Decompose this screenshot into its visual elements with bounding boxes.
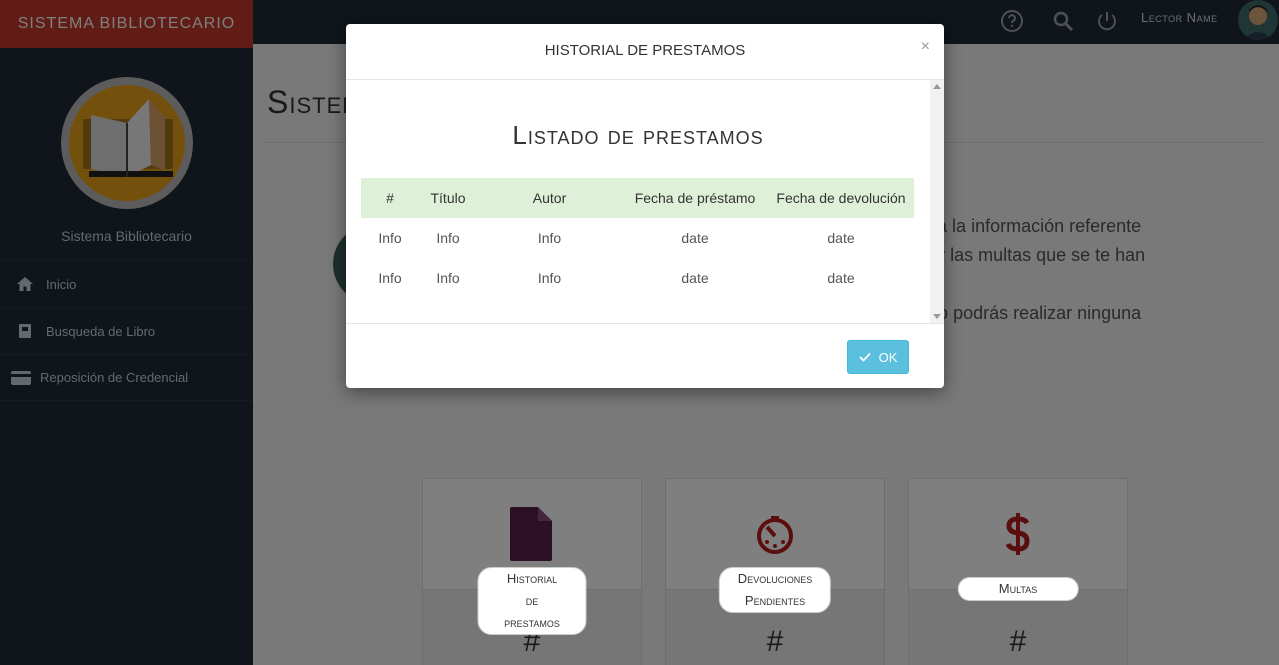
- modal-body: Listado de prestamos # Título Autor Fech…: [346, 80, 944, 323]
- card-label: Multas: [957, 577, 1079, 601]
- column-header: #: [361, 178, 419, 218]
- table-cell: date: [827, 270, 855, 286]
- table-cell: Info: [378, 230, 402, 246]
- table-header-row: # Título Autor Fecha de préstamo Fecha d…: [361, 178, 914, 218]
- table-cell: date: [827, 230, 855, 246]
- table-cell: Info: [436, 230, 460, 246]
- loan-history-modal: HISTORIAL DE PRESTAMOS × Listado de pres…: [346, 24, 944, 388]
- table-cell: date: [681, 230, 709, 246]
- table-cell: Info: [537, 230, 562, 246]
- modal-scrollbar[interactable]: [930, 80, 944, 323]
- check-icon: [858, 352, 871, 362]
- table-cell: date: [681, 270, 709, 286]
- close-icon[interactable]: ×: [921, 38, 930, 56]
- table-cell: Info: [537, 270, 562, 286]
- modal-title: HISTORIAL DE PRESTAMOS: [544, 42, 746, 59]
- card-label-line1: Historial de: [506, 571, 558, 608]
- modal-header: HISTORIAL DE PRESTAMOS ×: [346, 24, 944, 80]
- column-header: Fecha de devolución: [768, 178, 914, 218]
- card-label-line2: prestamos: [504, 615, 560, 630]
- card-label-line2: Pendientes: [744, 593, 806, 608]
- ok-button[interactable]: OK: [847, 340, 909, 374]
- column-header: Autor: [477, 178, 622, 218]
- column-header: Título: [419, 178, 477, 218]
- card-label-line1: Multas: [998, 581, 1038, 596]
- table-cell: Info: [378, 270, 402, 286]
- modal-footer: OK: [346, 323, 944, 387]
- column-header: Fecha de préstamo: [622, 178, 768, 218]
- loans-table: # Título Autor Fecha de préstamo Fecha d…: [361, 178, 914, 298]
- table-cell: Info: [436, 270, 460, 286]
- list-title: Listado de prestamos: [512, 120, 764, 150]
- card-label: Historial de prestamos: [477, 567, 587, 635]
- table-row: Info Info Info date date: [361, 218, 914, 258]
- card-label-line1: Devoluciones: [737, 571, 813, 586]
- scroll-down-icon[interactable]: [933, 314, 941, 319]
- card-label: Devoluciones Pendientes: [718, 567, 832, 613]
- table-row: Info Info Info date date: [361, 258, 914, 298]
- scroll-up-icon[interactable]: [933, 84, 941, 89]
- ok-button-label: OK: [878, 349, 898, 365]
